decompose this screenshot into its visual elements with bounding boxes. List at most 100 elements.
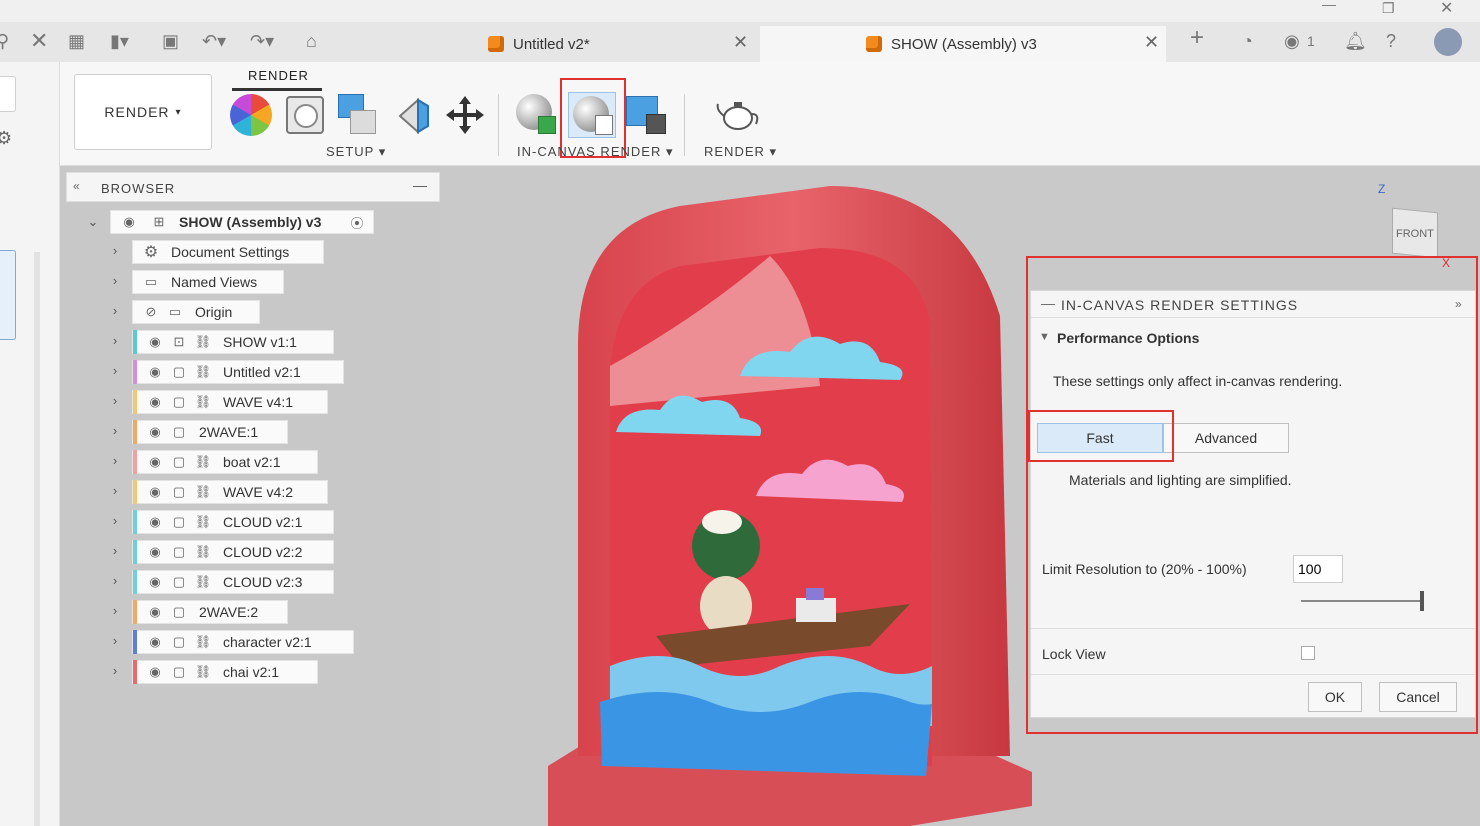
search-icon[interactable]: ⚲ (0, 30, 9, 52)
eye-icon[interactable]: ◉ (143, 451, 167, 473)
home-icon[interactable]: ⌂ (306, 30, 317, 52)
tab-render[interactable]: RENDER (248, 68, 309, 83)
eye-icon[interactable]: ◉ (143, 661, 167, 683)
render-teapot-icon[interactable] (716, 96, 760, 132)
online-status-icon[interactable]: ◔ (1242, 30, 1253, 52)
tree-item-component[interactable]: ◉ ▢ ⛓ WAVE v4:2 (132, 480, 328, 504)
render-group-label[interactable]: RENDER ▾ (704, 144, 777, 160)
help-icon[interactable]: ? (1386, 30, 1396, 52)
in-canvas-render-icon[interactable] (516, 94, 556, 136)
job-count-badge: 1 (1307, 33, 1315, 49)
file-menu-icon[interactable]: ▮▾ (110, 30, 129, 52)
side-panel-tab[interactable] (0, 250, 16, 340)
tree-item-component[interactable]: ◉ ▢ 2WAVE:2 (132, 600, 288, 624)
close-icon[interactable]: ✕ (30, 30, 48, 52)
notifications-icon[interactable]: 🔔︎ (1344, 30, 1367, 52)
eye-icon[interactable]: ◉ (143, 631, 167, 653)
minimize-panel-icon[interactable]: — (413, 177, 427, 193)
restore-button[interactable]: ❐ (1382, 0, 1395, 17)
viewcube[interactable]: Z X FRONT (1378, 182, 1450, 270)
chevron-right-icon[interactable]: › (108, 603, 122, 618)
ok-button[interactable]: OK (1308, 682, 1362, 712)
chevron-right-icon[interactable]: › (108, 333, 122, 348)
save-icon[interactable]: ▣ (162, 30, 179, 52)
move-icon[interactable] (444, 94, 486, 136)
gear-icon[interactable]: ⚙ (0, 128, 12, 149)
tree-item-component[interactable]: ◉ ▢ ⛓ Untitled v2:1 (132, 360, 344, 384)
chevron-right-icon[interactable]: › (108, 363, 122, 378)
chevron-right-icon[interactable]: › (108, 423, 122, 438)
chevron-right-icon[interactable]: › (108, 633, 122, 648)
tree-item-component[interactable]: ◉ ▢ ⛓ character v2:1 (132, 630, 354, 654)
tree-item-component[interactable]: ◉ ▢ 2WAVE:1 (132, 420, 288, 444)
tree-root-assembly[interactable]: ◉ ⊞ SHOW (Assembly) v3 ⦿ (110, 210, 374, 234)
expand-panel-icon[interactable]: » (1455, 297, 1462, 311)
tab-show-assembly[interactable]: SHOW (Assembly) v3 (760, 26, 1166, 62)
minimize-button[interactable]: — (1322, 0, 1336, 12)
resolution-slider[interactable] (1301, 600, 1423, 602)
eye-icon[interactable]: ◉ (143, 511, 167, 533)
tree-item-origin[interactable]: ⊘ ▭ Origin (132, 300, 260, 324)
texture-map-icon[interactable] (338, 94, 378, 136)
tree-item-component[interactable]: ◉ ▢ ⛓ boat v2:1 (132, 450, 318, 474)
tree-item-component[interactable]: ◉ ▢ ⛓ CLOUD v2:1 (132, 510, 334, 534)
section-toggle-icon[interactable]: ▼ (1039, 331, 1050, 343)
undo-icon[interactable]: ↶▾ (202, 30, 226, 52)
collapse-icon[interactable]: — (1041, 295, 1055, 311)
chevron-right-icon[interactable]: › (108, 453, 122, 468)
tab-close-icon[interactable]: ✕ (1144, 32, 1159, 53)
redo-icon[interactable]: ↷▾ (250, 30, 274, 52)
capture-image-icon[interactable] (626, 94, 668, 136)
chevron-right-icon[interactable]: › (108, 273, 122, 288)
resolution-slider-thumb[interactable] (1420, 591, 1424, 611)
chevron-right-icon[interactable]: › (108, 543, 122, 558)
close-window-button[interactable]: ✕ (1440, 0, 1453, 18)
in-canvas-render-group-label[interactable]: IN-CANVAS RENDER ▾ (517, 144, 673, 160)
eye-icon[interactable]: ◉ (143, 481, 167, 503)
eye-icon[interactable]: ◉ (117, 211, 141, 233)
chevron-down-icon[interactable]: ⌄ (86, 214, 100, 230)
eye-icon[interactable]: ◉ (143, 331, 167, 353)
tree-item-component[interactable]: ◉ ▢ ⛓ chai v2:1 (132, 660, 318, 684)
grid-icon[interactable]: ▦ (68, 30, 85, 52)
collapse-panel-icon[interactable]: « (73, 179, 80, 193)
eye-icon[interactable]: ◉ (143, 541, 167, 563)
eye-hidden-icon[interactable]: ⊘ (139, 301, 163, 323)
lock-view-checkbox[interactable] (1301, 646, 1315, 660)
chevron-right-icon[interactable]: › (108, 513, 122, 528)
tree-item-component[interactable]: ◉ ▢ ⛓ CLOUD v2:3 (132, 570, 334, 594)
appearance-icon[interactable] (230, 94, 272, 136)
side-panel-tab[interactable] (0, 76, 16, 112)
new-tab-icon[interactable]: + (1190, 26, 1204, 50)
resolution-input[interactable] (1293, 555, 1343, 583)
tab-close-icon[interactable]: ✕ (733, 32, 748, 53)
activate-radio-icon[interactable]: ⦿ (345, 211, 369, 233)
scrollbar[interactable] (34, 252, 40, 826)
chevron-right-icon[interactable]: › (108, 573, 122, 588)
job-status-icon[interactable]: ◉ (1284, 30, 1300, 52)
chevron-right-icon[interactable]: › (108, 303, 122, 318)
mode-advanced-button[interactable]: Advanced (1163, 423, 1289, 453)
tree-item-component[interactable]: ◉ ▢ ⛓ CLOUD v2:2 (132, 540, 334, 564)
chevron-right-icon[interactable]: › (108, 243, 122, 258)
chevron-right-icon[interactable]: › (108, 393, 122, 408)
tab-untitled[interactable]: Untitled v2* (488, 26, 758, 62)
tree-item-component[interactable]: ◉ ⊡ ⛓ SHOW v1:1 (132, 330, 334, 354)
chevron-right-icon[interactable]: › (108, 663, 122, 678)
toolbar-divider (498, 94, 499, 156)
avatar[interactable] (1434, 28, 1462, 56)
eye-icon[interactable]: ◉ (143, 601, 167, 623)
workspace-switcher-button[interactable]: RENDER ▾ (74, 74, 212, 150)
setup-group-label[interactable]: SETUP ▾ (326, 144, 386, 160)
chevron-right-icon[interactable]: › (108, 483, 122, 498)
decal-icon[interactable] (396, 96, 432, 136)
eye-icon[interactable]: ◉ (143, 421, 167, 443)
eye-icon[interactable]: ◉ (143, 391, 167, 413)
eye-icon[interactable]: ◉ (143, 361, 167, 383)
scene-settings-icon[interactable] (286, 96, 324, 134)
tree-item-named-views[interactable]: ▭ Named Views (132, 270, 284, 294)
eye-icon[interactable]: ◉ (143, 571, 167, 593)
tree-item-component[interactable]: ◉ ▢ ⛓ WAVE v4:1 (132, 390, 328, 414)
tree-item-document-settings[interactable]: ⚙ Document Settings (132, 240, 324, 264)
cancel-button[interactable]: Cancel (1379, 682, 1457, 712)
